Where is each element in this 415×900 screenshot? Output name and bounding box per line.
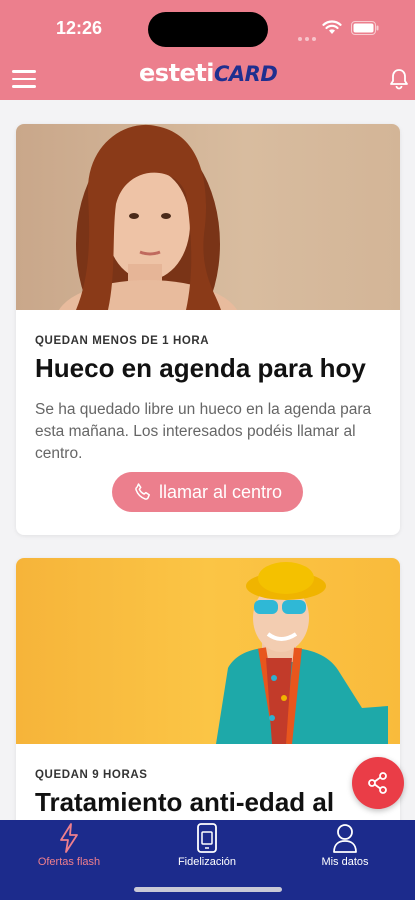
wifi-icon bbox=[322, 20, 342, 34]
flash-icon bbox=[60, 823, 78, 853]
bell-icon[interactable] bbox=[389, 68, 409, 90]
offer-title: Hueco en agenda para hoy bbox=[35, 353, 366, 383]
tab-label: Mis datos bbox=[321, 856, 369, 868]
logo-text-card: CARD bbox=[214, 62, 278, 86]
offer-time-left: QUEDAN 9 HORAS bbox=[35, 769, 148, 781]
offer-time-left: QUEDAN MENOS DE 1 HORA bbox=[35, 335, 210, 347]
tab-mis-datos[interactable]: Mis datos bbox=[276, 820, 414, 880]
signal-icon bbox=[298, 28, 319, 46]
offer-image-woman bbox=[16, 124, 400, 310]
status-time: 12:26 bbox=[56, 18, 103, 38]
offer-card[interactable]: QUEDAN MENOS DE 1 HORA Hueco en agenda p… bbox=[16, 124, 400, 535]
offer-description: Se ha quedado libre un hueco en la agend… bbox=[35, 401, 372, 462]
battery-icon bbox=[351, 21, 379, 35]
dynamic-island bbox=[148, 12, 268, 47]
loyalty-card-phone-icon bbox=[197, 823, 217, 853]
tab-fidelizacion[interactable]: Fidelización bbox=[138, 820, 276, 880]
tab-label: Fidelización bbox=[177, 856, 237, 868]
phone-icon bbox=[135, 483, 150, 500]
user-icon bbox=[333, 824, 357, 853]
share-icon bbox=[368, 772, 387, 794]
hamburger-menu-icon[interactable] bbox=[12, 70, 36, 88]
status-bar: 12:26 bbox=[0, 0, 415, 56]
offer-image-senior-woman bbox=[16, 558, 400, 744]
share-button[interactable] bbox=[352, 757, 404, 809]
offer-card[interactable]: QUEDAN 9 HORAS Tratamiento anti-edad al bbox=[16, 558, 400, 858]
app-header: esteti CARD bbox=[0, 56, 415, 100]
call-center-button[interactable]: llamar al centro bbox=[112, 472, 303, 512]
tab-ofertas-flash[interactable]: Ofertas flash bbox=[0, 820, 138, 880]
call-button-label: llamar al centro bbox=[158, 481, 283, 502]
home-indicator bbox=[134, 887, 282, 892]
offer-title: Tratamiento anti-edad al bbox=[35, 787, 335, 817]
tab-label: Ofertas flash bbox=[37, 856, 101, 868]
app-logo: esteti CARD bbox=[139, 59, 278, 89]
logo-text-esteti: esteti bbox=[139, 59, 215, 87]
